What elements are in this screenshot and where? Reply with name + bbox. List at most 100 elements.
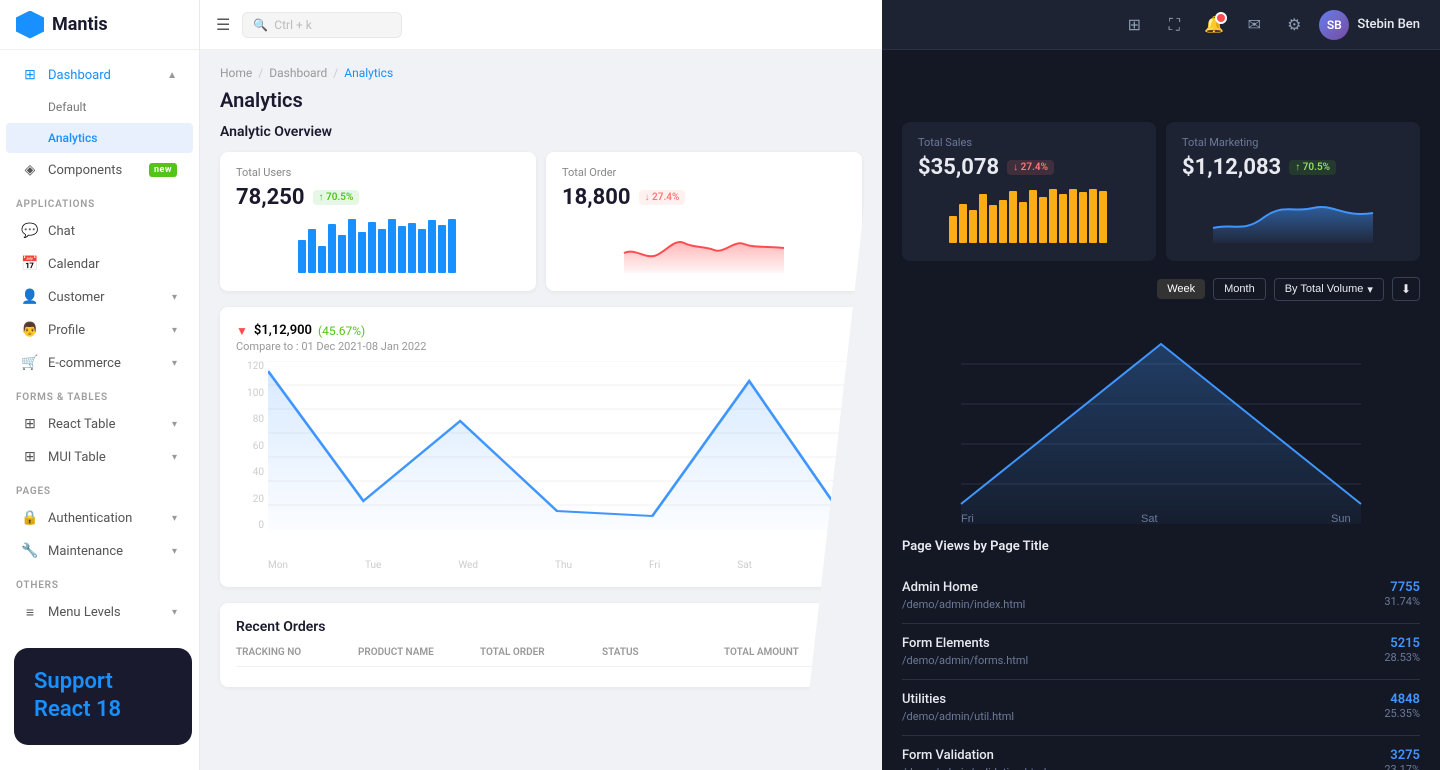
customer-icon: 👤: [22, 289, 38, 305]
new-badge: new: [149, 163, 177, 177]
nav-item-dashboard[interactable]: ⊞ Dashboard ▲: [6, 59, 193, 91]
settings-icon[interactable]: ⚙: [1279, 10, 1309, 40]
mui-table-icon: ⊞: [22, 449, 38, 465]
nav-item-calendar[interactable]: 📅 Calendar: [6, 248, 193, 280]
search-box[interactable]: 🔍 Ctrl + k: [242, 12, 402, 38]
card-total-order: Total Order 18,800 ↓ 27.4%: [546, 152, 862, 291]
section-others: Others: [0, 568, 199, 595]
btn-week[interactable]: Week: [1157, 279, 1205, 299]
auth-icon: 🔒: [22, 510, 38, 526]
btn-month[interactable]: Month: [1213, 278, 1266, 300]
logo-text: Mantis: [52, 14, 108, 35]
dark-income-svg: Fri Sat Sun: [902, 324, 1420, 524]
bar-chart-sales: [918, 188, 1140, 243]
nav-item-maintenance[interactable]: 🔧 Maintenance ▾: [6, 535, 193, 567]
chevron-down-icon: ▾: [172, 292, 177, 303]
nav-item-menu-levels[interactable]: ≡ Menu Levels ▾: [6, 596, 193, 628]
nav-label-dashboard: Dashboard: [48, 68, 111, 83]
nav-item-authentication[interactable]: 🔒 Authentication ▾: [6, 502, 193, 534]
card-value-order: 18,800: [562, 185, 631, 210]
support-popup-text: Support React 18: [34, 668, 172, 725]
table-header: Tracking No Product Name Total Order Sta…: [236, 647, 846, 667]
income-header: ▼ $1,12,900 (45.67%) Compare to : 01 Dec…: [236, 323, 846, 353]
income-line-chart: 120 100 80 60 40 20 0: [236, 361, 846, 571]
nav-item-chat[interactable]: 💬 Chat: [6, 215, 193, 247]
nav-item-profile[interactable]: 👨 Profile ▾: [6, 314, 193, 346]
nav-item-mui-table[interactable]: ⊞ MUI Table ▾: [6, 441, 193, 473]
chevron-down-icon-2: ▾: [172, 325, 177, 336]
components-icon: ◈: [22, 162, 38, 178]
section-forms-tables: Forms & Tables: [0, 380, 199, 407]
badge-users: ↑ 70.5%: [313, 190, 360, 205]
user-profile[interactable]: SB Stebin Ben: [1319, 10, 1420, 40]
card-value-marketing: $1,12,083: [1182, 155, 1281, 180]
income-overview-section: ▼ $1,12,900 (45.67%) Compare to : 01 Dec…: [220, 307, 862, 587]
pv-item-0: Admin Home /demo/admin/index.html 7755 3…: [902, 568, 1420, 624]
nav-label-chat: Chat: [48, 224, 75, 239]
analytic-overview-title: Analytic Overview: [220, 124, 862, 140]
card-label-marketing: Total Marketing: [1182, 136, 1404, 149]
income-svg: [268, 361, 846, 531]
user-avatar: SB: [1319, 10, 1349, 40]
nav-label-ecommerce: E-commerce: [48, 356, 121, 371]
btn-download[interactable]: ⬇: [1392, 277, 1420, 301]
nav-label-default: Default: [48, 100, 86, 114]
svg-text:Fri: Fri: [961, 513, 974, 524]
logo-icon: [16, 11, 44, 39]
support-popup: Support React 18: [14, 648, 192, 745]
chevron-down-icon-5: ▾: [172, 452, 177, 463]
search-icon: 🔍: [253, 18, 268, 32]
area-chart-marketing: [1182, 188, 1404, 243]
nav-label-analytics: Analytics: [48, 131, 97, 145]
th-tracking: Tracking No: [236, 647, 358, 658]
breadcrumb-current: Analytics: [344, 66, 393, 80]
maintenance-icon: 🔧: [22, 543, 38, 559]
nav-label-maintenance: Maintenance: [48, 544, 123, 559]
search-placeholder: Ctrl + k: [274, 18, 312, 32]
breadcrumb-dashboard[interactable]: Dashboard: [269, 66, 327, 80]
sidebar-logo: Mantis: [0, 0, 199, 50]
income-pct: (45.67%): [318, 324, 365, 338]
svg-text:Sun: Sun: [1331, 513, 1351, 524]
nav-item-analytics[interactable]: Analytics: [6, 123, 193, 153]
th-product: Product Name: [358, 647, 480, 658]
badge-order: ↓ 27.4%: [639, 190, 686, 205]
th-total-order: Total Order: [480, 647, 602, 658]
income-compare: Compare to : 01 Dec 2021-08 Jan 2022: [236, 340, 426, 353]
nav-item-customer[interactable]: 👤 Customer ▾: [6, 281, 193, 313]
income-value-row: ▼ $1,12,900 (45.67%): [236, 323, 426, 338]
mail-icon[interactable]: ✉: [1239, 10, 1269, 40]
sidebar: Mantis ⊞ Dashboard ▲ Default Analytics ◈: [0, 0, 200, 770]
breadcrumb: Home / Dashboard / Analytics: [220, 66, 862, 80]
chevron-up-icon: ▲: [167, 70, 177, 81]
menu-toggle-button[interactable]: ☰: [216, 15, 230, 35]
income-amount: $1,12,900: [254, 323, 312, 338]
recent-orders-title: Recent Orders: [236, 619, 846, 635]
card-total-marketing: Total Marketing $1,12,083 ↑ 70.5%: [1166, 122, 1420, 261]
nav-item-default[interactable]: Default: [6, 92, 193, 122]
dashboard-icon: ⊞: [22, 67, 38, 83]
card-total-sales: Total Sales $35,078 ↓ 27.4%: [902, 122, 1156, 261]
badge-marketing: ↑ 70.5%: [1289, 160, 1336, 175]
nav-label-calendar: Calendar: [48, 257, 100, 272]
calendar-icon: 📅: [22, 256, 38, 272]
chevron-down-icon-8: ▾: [172, 607, 177, 618]
nav-item-components[interactable]: ◈ Components new: [6, 154, 193, 186]
nav-item-ecommerce[interactable]: 🛒 E-commerce ▾: [6, 347, 193, 379]
apps-icon[interactable]: ⊞: [1119, 10, 1149, 40]
btn-volume[interactable]: By Total Volume ▾: [1274, 278, 1384, 301]
nav-label-customer: Customer: [48, 290, 105, 305]
profile-icon: 👨: [22, 322, 38, 338]
page-title: Analytics: [220, 88, 862, 112]
recent-orders-section: Recent Orders Tracking No Product Name T…: [220, 603, 862, 687]
nav-item-react-table[interactable]: ⊞ React Table ▾: [6, 408, 193, 440]
pv-item-2: Utilities /demo/admin/util.html 4848 25.…: [902, 680, 1420, 736]
notification-bell-icon[interactable]: 🔔: [1199, 10, 1229, 40]
breadcrumb-home[interactable]: Home: [220, 66, 252, 80]
nav-label-components: Components: [48, 163, 122, 178]
pv-item-3: Form Validation /demo/admin/validation.h…: [902, 736, 1420, 770]
x-axis-labels: Mon Tue Wed Thu Fri Sat Sun: [268, 560, 846, 571]
fullscreen-icon[interactable]: ⛶: [1159, 10, 1189, 40]
dark-content: Total Sales $35,078 ↓ 27.4%: [882, 50, 1440, 770]
card-value-users: 78,250: [236, 185, 305, 210]
